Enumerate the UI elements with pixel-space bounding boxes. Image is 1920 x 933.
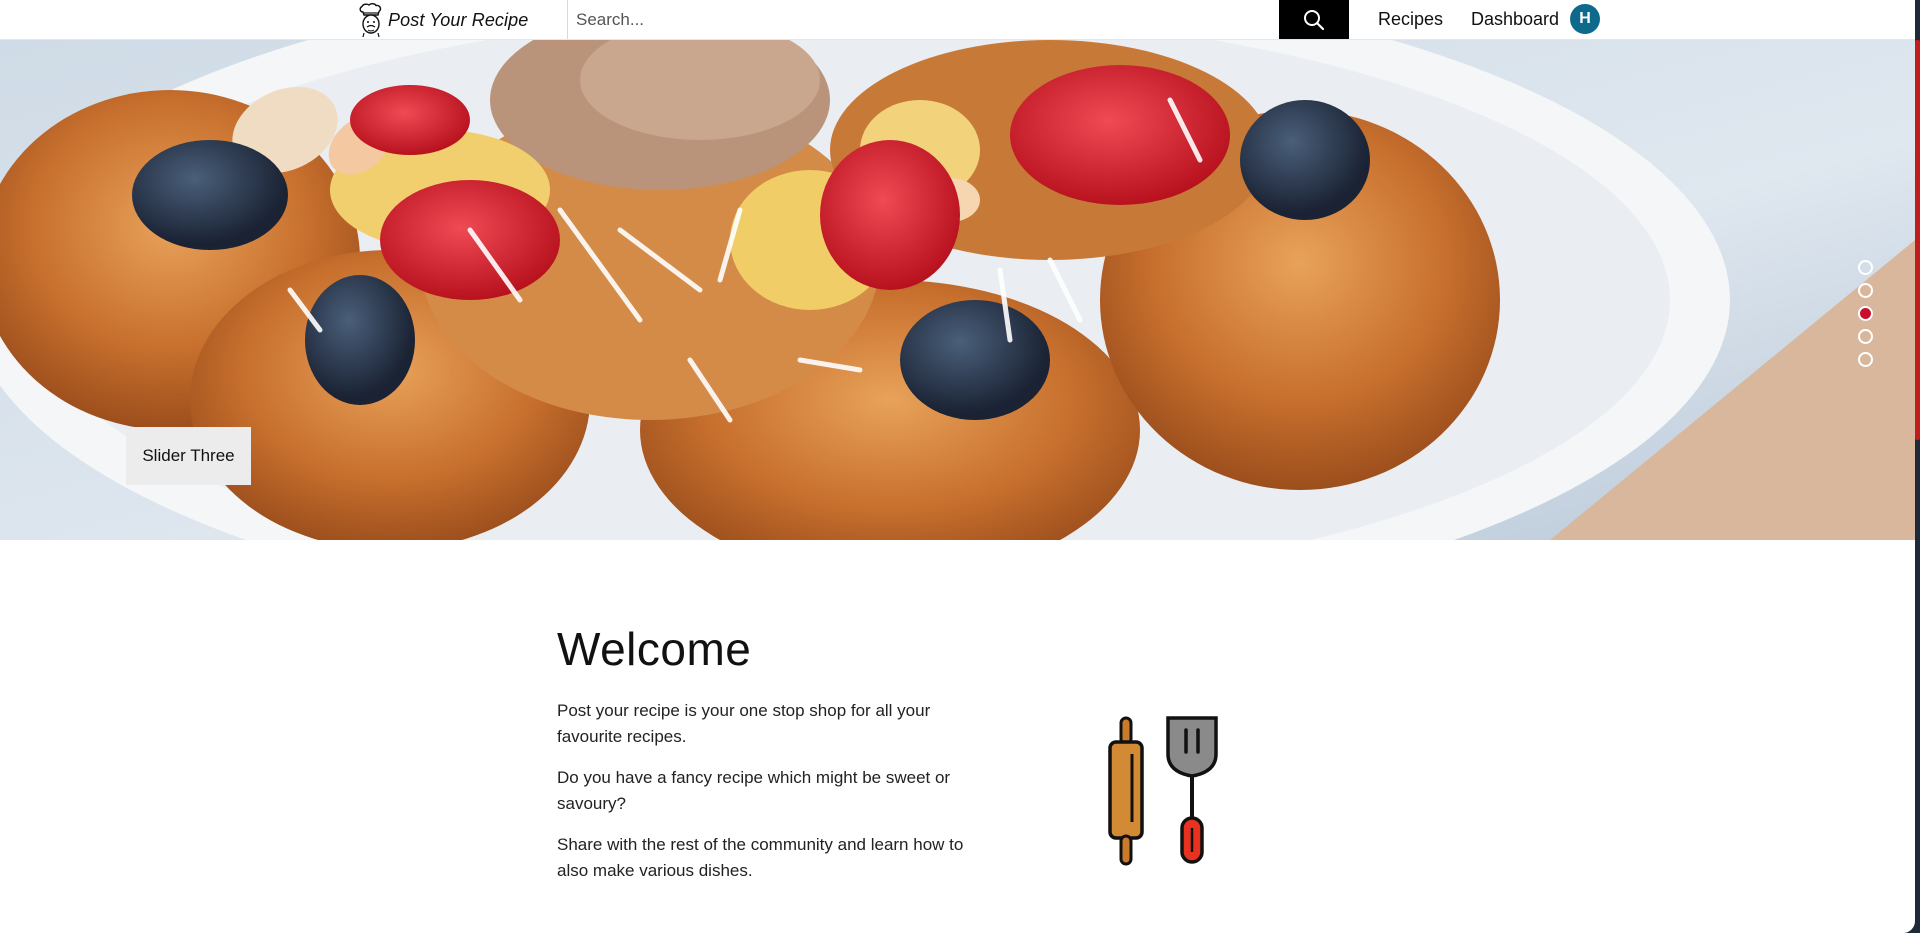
welcome-paragraph-2: Do you have a fancy recipe which might b… <box>557 768 951 813</box>
brand-name: Post Your Recipe <box>388 9 529 30</box>
nav-dashboard-link[interactable]: Dashboard <box>1471 0 1559 39</box>
nav-recipes-link[interactable]: Recipes <box>1378 0 1443 39</box>
search-bar <box>567 0 1349 39</box>
chef-icon <box>359 3 382 37</box>
search-button[interactable] <box>1279 0 1349 39</box>
scrollbar-thumb[interactable] <box>1915 40 1920 440</box>
welcome-paragraph-3: Share with the rest of the community and… <box>557 835 964 880</box>
welcome-title: Welcome <box>557 623 752 675</box>
slide-caption: Slider Three <box>126 427 251 485</box>
waffle-dessert-image <box>0 40 1915 540</box>
slider-dot-2[interactable] <box>1858 283 1873 298</box>
slider-dots <box>1858 260 1873 367</box>
slider-dot-5[interactable] <box>1858 352 1873 367</box>
search-input[interactable] <box>568 0 1279 39</box>
welcome-paragraph-1: Post your recipe is your one stop shop f… <box>557 701 931 746</box>
brand-link[interactable]: Post Your Recipe <box>358 2 528 38</box>
top-navbar: Post Your Recipe Recipes Dashboard H <box>0 0 1915 40</box>
rolling-pin-spatula-icon <box>1108 716 1218 866</box>
welcome-section: Welcome Post your recipe is your one sto… <box>557 622 977 899</box>
slider-dot-1[interactable] <box>1858 260 1873 275</box>
user-avatar[interactable]: H <box>1570 4 1600 34</box>
slider-dot-3[interactable] <box>1858 306 1873 321</box>
search-icon <box>1304 9 1325 30</box>
slider-dot-4[interactable] <box>1858 329 1873 344</box>
page: Post Your Recipe Recipes Dashboard H <box>0 0 1915 933</box>
hero-slider: Slider Three <box>0 40 1915 540</box>
